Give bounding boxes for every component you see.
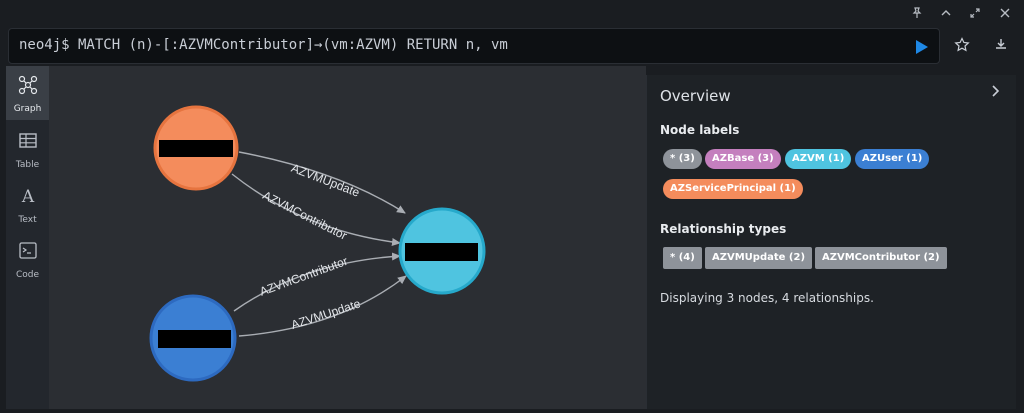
graph-svg[interactable]: AZVMUpdate AZVMContributor AZVMContribut…: [49, 66, 646, 409]
relationship-type-tag[interactable]: AZVMUpdate (2): [705, 247, 813, 269]
graph-canvas[interactable]: AZVMUpdate AZVMContributor AZVMContribut…: [49, 66, 646, 409]
redaction-bar: [405, 243, 478, 261]
result-view-nav: Graph Table A Text Code: [6, 66, 49, 409]
relationship-type-tag[interactable]: AZVMContributor (2): [815, 247, 947, 269]
edge-n2-vm-contributor[interactable]: AZVMContributor: [233, 252, 401, 312]
relationship-type-tag[interactable]: * (4): [663, 247, 702, 269]
overview-panel: Overview Node labels * (3) AZBase (3) AZ…: [646, 75, 1016, 409]
query-editor[interactable]: neo4j$ MATCH (n)-[:AZVMContributor]→(vm:…: [8, 28, 940, 64]
chevron-right-icon[interactable]: [990, 83, 1002, 102]
nav-table[interactable]: Table: [6, 122, 49, 176]
edge-n1-vm-update[interactable]: AZVMUpdate: [238, 151, 406, 214]
edge-label: AZVMContributor: [258, 254, 350, 299]
node-service-principal[interactable]: [153, 105, 239, 191]
node-user[interactable]: [149, 294, 237, 382]
table-icon: [17, 130, 39, 152]
overview-title: Overview: [660, 87, 731, 105]
text-icon: A: [17, 185, 39, 207]
svg-text:A: A: [21, 187, 35, 207]
edge-label: AZVMUpdate: [289, 296, 362, 332]
download-icon[interactable]: [992, 37, 1010, 55]
close-icon[interactable]: [996, 6, 1014, 24]
graph-icon: [17, 74, 39, 96]
node-labels-heading: Node labels: [660, 123, 740, 137]
redaction-bar: [158, 330, 231, 348]
overview-summary: Displaying 3 nodes, 4 relationships.: [660, 291, 874, 305]
nav-label: Code: [15, 270, 40, 280]
relationship-types-heading: Relationship types: [660, 222, 787, 236]
pin-icon[interactable]: [908, 6, 926, 24]
nav-code[interactable]: Code: [6, 232, 49, 286]
node-label-pill[interactable]: AZUser (1): [855, 149, 930, 169]
fullscreen-icon[interactable]: [966, 6, 984, 24]
nav-label: Text: [18, 215, 37, 225]
edge-label: AZVMUpdate: [289, 161, 362, 200]
query-text[interactable]: neo4j$ MATCH (n)-[:AZVMContributor]→(vm:…: [19, 37, 508, 53]
node-vm[interactable]: [398, 207, 486, 295]
nav-graph[interactable]: Graph: [6, 66, 49, 120]
edge-label: AZVMContributor: [260, 188, 349, 243]
node-label-pill[interactable]: * (3): [663, 149, 702, 169]
run-icon[interactable]: [915, 39, 929, 55]
nav-text[interactable]: A Text: [6, 177, 49, 231]
edge-n1-vm-contributor[interactable]: AZVMContributor: [231, 173, 401, 246]
star-icon[interactable]: [953, 37, 971, 55]
window-topbar: [0, 0, 1024, 30]
minimize-icon[interactable]: [937, 6, 955, 24]
redaction-bar: [159, 140, 233, 157]
node-label-pill[interactable]: AZVM (1): [785, 149, 852, 169]
code-icon: [17, 240, 39, 262]
nav-label: Graph: [13, 104, 42, 114]
node-label-pill[interactable]: AZServicePrincipal (1): [663, 179, 803, 199]
nav-label: Table: [15, 160, 40, 170]
node-label-pill[interactable]: AZBase (3): [705, 149, 781, 169]
